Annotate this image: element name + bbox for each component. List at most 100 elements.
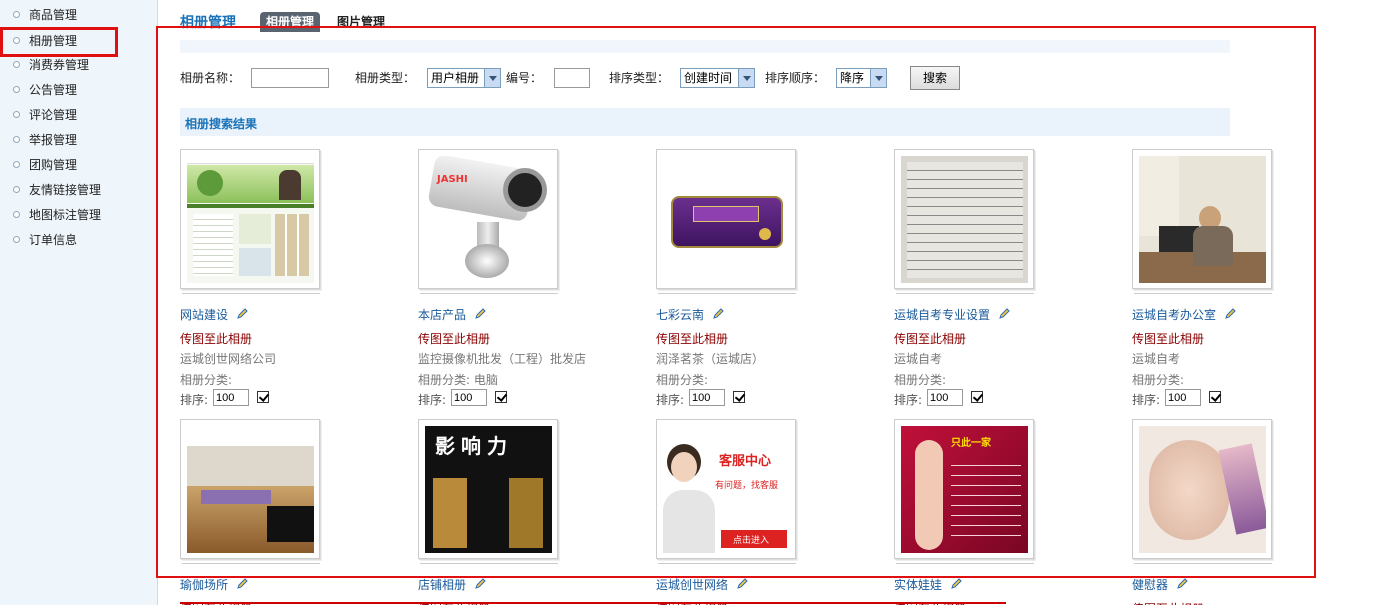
- album-name-link[interactable]: 健慰器: [1132, 576, 1188, 593]
- divider: [182, 562, 320, 564]
- album-name-link[interactable]: 瑜伽场所: [180, 576, 248, 593]
- select-checkbox[interactable]: [971, 391, 983, 403]
- album-name-link[interactable]: 店铺相册: [418, 576, 486, 593]
- album-name-link[interactable]: 网站建设: [180, 306, 248, 323]
- upload-to-album-link[interactable]: 传图至此相册: [418, 330, 490, 347]
- divider: [658, 292, 796, 294]
- brand-text: JASHI: [437, 174, 468, 185]
- pencil-icon[interactable]: [950, 578, 962, 590]
- album-card: 瑜伽场所 传图至此相册: [180, 419, 400, 605]
- album-name[interactable]: 实体娃娃: [894, 578, 942, 592]
- album-thumbnail[interactable]: [180, 419, 320, 559]
- pencil-icon[interactable]: [736, 578, 748, 590]
- pencil-icon[interactable]: [236, 578, 248, 590]
- chevron-down-icon[interactable]: [738, 69, 754, 87]
- pencil-icon[interactable]: [712, 308, 724, 320]
- album-category: 相册分类:: [656, 373, 709, 387]
- album-card: 运城自考办公室 传图至此相册 运城自考 相册分类: 排序:: [1132, 149, 1352, 419]
- album-name-link[interactable]: 运城自考办公室: [1132, 306, 1236, 323]
- album-name-input[interactable]: [251, 68, 329, 88]
- select-checkbox[interactable]: [1209, 391, 1221, 403]
- album-name[interactable]: 网站建设: [180, 308, 228, 322]
- sort-type-label: 排序类型：: [609, 71, 670, 85]
- album-thumbnail[interactable]: 只此一家: [894, 419, 1034, 559]
- album-thumbnail[interactable]: [1132, 419, 1272, 559]
- album-card: 影响力 店铺相册 传图至此相册: [418, 419, 638, 605]
- sidebar-item-announcements[interactable]: 公告管理: [0, 78, 150, 103]
- upload-to-album-link[interactable]: 传图至此相册: [1132, 600, 1204, 605]
- sidebar-item-groupbuy[interactable]: 团购管理: [0, 153, 150, 178]
- album-name[interactable]: 运城自考办公室: [1132, 308, 1216, 322]
- sort-input[interactable]: [927, 389, 963, 406]
- sidebar-item-links[interactable]: 友情链接管理: [0, 178, 150, 203]
- album-thumbnail[interactable]: JASHI: [418, 149, 558, 289]
- album-card: JASHI 本店产品 传图至此相册 监控摄像机批发（工程）批发店 相册分类: 电…: [418, 149, 638, 419]
- bullet-icon: [13, 61, 20, 68]
- album-name[interactable]: 健慰器: [1132, 578, 1168, 592]
- album-name[interactable]: 本店产品: [418, 308, 466, 322]
- album-name[interactable]: 瑜伽场所: [180, 578, 228, 592]
- enter-button-text: 点击进入: [733, 536, 770, 546]
- chevron-down-icon[interactable]: [484, 69, 500, 87]
- sidebar-item-label: 商品管理: [29, 8, 78, 22]
- album-id-input[interactable]: [554, 68, 590, 88]
- product-photo-image: [1139, 426, 1266, 553]
- tab-images[interactable]: 图片管理: [337, 13, 385, 30]
- album-type-select[interactable]: 用户相册: [427, 68, 501, 88]
- product-promo-image: 只此一家: [901, 426, 1028, 553]
- sidebar-item-label: 评论管理: [29, 108, 78, 122]
- album-name[interactable]: 店铺相册: [418, 578, 466, 592]
- upload-to-album-link[interactable]: 传图至此相册: [894, 330, 966, 347]
- sidebar-item-label: 地图标注管理: [29, 208, 102, 222]
- album-thumbnail[interactable]: [1132, 149, 1272, 289]
- sort-input[interactable]: [451, 389, 487, 406]
- select-checkbox[interactable]: [733, 391, 745, 403]
- album-thumbnail[interactable]: [894, 149, 1034, 289]
- album-category: 相册分类:: [894, 373, 947, 387]
- sort-input[interactable]: [689, 389, 725, 406]
- album-thumbnail[interactable]: 客服中心 有问题，找客服 点击进入: [656, 419, 796, 559]
- pencil-icon[interactable]: [236, 308, 248, 320]
- album-name[interactable]: 运城创世网络: [656, 578, 728, 592]
- header-band: [180, 40, 1230, 53]
- album-name-link[interactable]: 七彩云南: [656, 306, 724, 323]
- search-button[interactable]: 搜索: [910, 66, 960, 90]
- album-name-link[interactable]: 本店产品: [418, 306, 486, 323]
- sort-input[interactable]: [213, 389, 249, 406]
- album-name[interactable]: 运城自考专业设置: [894, 308, 990, 322]
- album-thumbnail[interactable]: [180, 149, 320, 289]
- pencil-icon[interactable]: [474, 308, 486, 320]
- sidebar-item-comments[interactable]: 评论管理: [0, 103, 150, 128]
- album-owner: 监控摄像机批发（工程）批发店: [418, 352, 587, 366]
- divider: [420, 292, 558, 294]
- sort-order-select[interactable]: 降序: [836, 68, 887, 88]
- album-name[interactable]: 七彩云南: [656, 308, 704, 322]
- select-checkbox[interactable]: [257, 391, 269, 403]
- sidebar-item-products[interactable]: 商品管理: [0, 3, 150, 28]
- pencil-icon[interactable]: [1176, 578, 1188, 590]
- select-checkbox[interactable]: [495, 391, 507, 403]
- sidebar-item-reports[interactable]: 举报管理: [0, 128, 150, 153]
- pencil-icon[interactable]: [474, 578, 486, 590]
- sort-input[interactable]: [1165, 389, 1201, 406]
- bullet-icon: [13, 186, 20, 193]
- chevron-down-icon[interactable]: [870, 69, 886, 87]
- album-thumbnail[interactable]: 影响力: [418, 419, 558, 559]
- sort-type-select[interactable]: 创建时间: [680, 68, 755, 88]
- album-name-link[interactable]: 运城创世网络: [656, 576, 748, 593]
- sidebar-item-orders[interactable]: 订单信息: [0, 228, 150, 253]
- pencil-icon[interactable]: [998, 308, 1010, 320]
- upload-to-album-link[interactable]: 传图至此相册: [1132, 330, 1204, 347]
- album-card: 七彩云南 传图至此相册 润泽茗茶（运城店） 相册分类: 排序:: [656, 149, 876, 419]
- pencil-icon[interactable]: [1224, 308, 1236, 320]
- tab-albums[interactable]: 相册管理: [260, 12, 321, 32]
- upload-to-album-link[interactable]: 传图至此相册: [656, 330, 728, 347]
- sidebar-item-map[interactable]: 地图标注管理: [0, 203, 150, 228]
- album-name-link[interactable]: 实体娃娃: [894, 576, 962, 593]
- upload-to-album-link[interactable]: 传图至此相册: [180, 330, 252, 347]
- album-category: 相册分类:: [1132, 373, 1185, 387]
- sidebar-item-coupons[interactable]: 消费券管理: [0, 53, 150, 78]
- album-name-link[interactable]: 运城自考专业设置: [894, 306, 1010, 323]
- album-thumbnail[interactable]: [656, 149, 796, 289]
- website-screenshot-image: [187, 156, 314, 283]
